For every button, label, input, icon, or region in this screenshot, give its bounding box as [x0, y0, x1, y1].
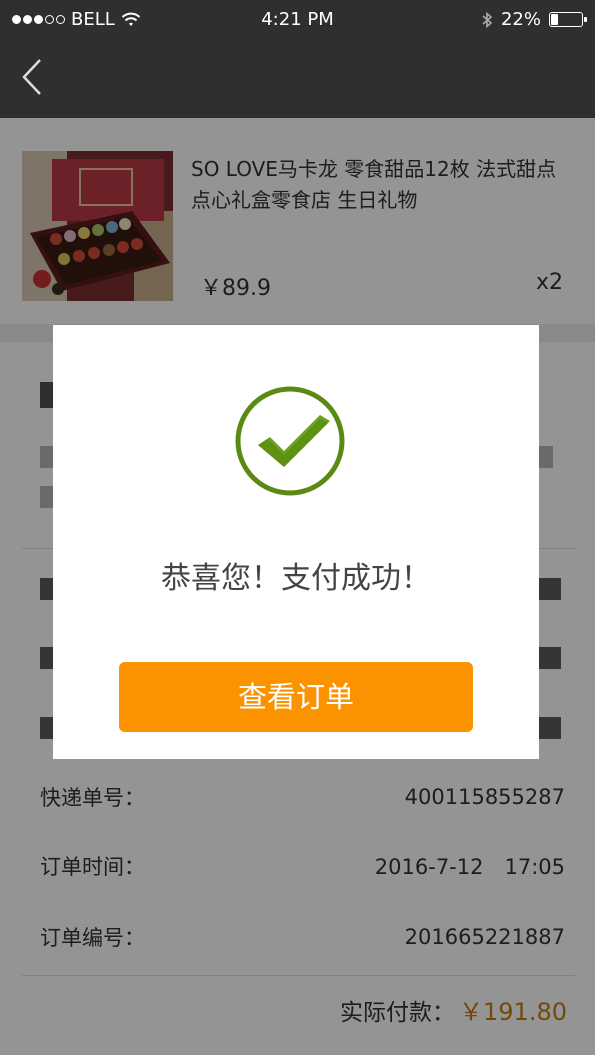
- payment-success-dialog: 恭喜您！支付成功！ 查看订单: [53, 325, 539, 759]
- battery-icon: [549, 12, 587, 27]
- navigation-bar: [0, 40, 595, 118]
- status-right-group: 22%: [481, 9, 587, 30]
- battery-level: [551, 14, 558, 25]
- check-circle-icon: [235, 386, 345, 496]
- bluetooth-icon: [482, 11, 493, 28]
- status-bar: BELL 4:21 PM 22%: [0, 0, 595, 40]
- battery-percent: 22%: [500, 9, 541, 30]
- success-message: 恭喜您！支付成功！: [161, 561, 431, 596]
- back-button[interactable]: [18, 56, 58, 100]
- chevron-left-icon: [22, 59, 41, 95]
- view-order-button[interactable]: 查看订单: [119, 662, 473, 732]
